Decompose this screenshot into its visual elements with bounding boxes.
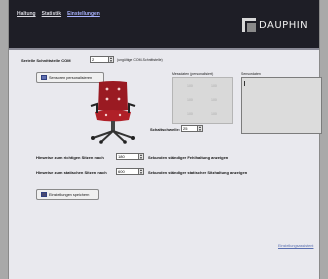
threshold-label: Schaltschwelle: xyxy=(150,127,181,132)
app-frame: Haltung Statistik Einstellungen DAUPHIN … xyxy=(8,0,322,279)
measure-value: 100 xyxy=(187,112,193,116)
logo-word: DAUPHIN xyxy=(259,19,309,31)
measure-data-panel: 100 100 100 100 100 100 xyxy=(172,77,233,124)
text-cursor xyxy=(244,81,245,86)
nav-statistik[interactable]: Statistik xyxy=(42,11,61,17)
serial-port-hint: (ungültige COM-Schnittstelle) xyxy=(117,58,163,62)
serial-port-label: Serielle Schnittstelle COM xyxy=(21,58,71,63)
settings-wizard-link[interactable]: Einstellungsassistent xyxy=(278,244,313,248)
correct-sitting-suffix: Sekunden ständiger Fehlhaltung anzeigen xyxy=(148,155,229,160)
stepper-arrows-icon[interactable]: ▲ ▼ xyxy=(138,169,143,174)
sensor-data-textarea[interactable] xyxy=(241,77,322,134)
static-sitting-label: Hinweise zum statischen Sitzen nach xyxy=(36,170,107,175)
disk-icon xyxy=(41,192,47,197)
logo-mark-icon xyxy=(242,18,256,32)
correct-sitting-stepper[interactable]: 180 ▲ ▼ xyxy=(116,153,144,160)
sensor-data-label: Sensordaten xyxy=(241,72,261,76)
stepper-arrows-icon[interactable]: ▲ ▼ xyxy=(138,154,143,159)
measure-value: 100 xyxy=(211,98,217,102)
save-settings-button[interactable]: Einstellungen speichern xyxy=(36,189,99,200)
measure-value: 100 xyxy=(187,98,193,102)
main-nav: Haltung Statistik Einstellungen xyxy=(17,11,100,17)
save-settings-label: Einstellungen speichern xyxy=(49,192,90,197)
correct-sitting-label: Hinweise zum richtigen Sitzen nach xyxy=(36,155,104,160)
threshold-value: 25 xyxy=(183,126,188,131)
personalize-sensors-label: Sensoren personalisieren xyxy=(49,75,93,80)
static-sitting-suffix: Sekunden ständiger statischer Sitzhaltun… xyxy=(148,170,248,175)
nav-haltung[interactable]: Haltung xyxy=(17,11,36,17)
dauphin-logo: DAUPHIN xyxy=(242,18,308,32)
measure-value: 100 xyxy=(211,84,217,88)
header-bar: Haltung Statistik Einstellungen DAUPHIN xyxy=(9,0,319,50)
nav-einstellungen[interactable]: Einstellungen xyxy=(67,11,100,17)
sensor-icon xyxy=(41,75,47,80)
serial-port-value: 2 xyxy=(92,57,95,62)
static-sitting-stepper[interactable]: 600 ▲ ▼ xyxy=(116,168,144,175)
measure-value: 100 xyxy=(187,84,193,88)
serial-port-stepper[interactable]: 2 ▲ ▼ xyxy=(90,56,114,63)
measure-data-label: Messdaten (personalisiert) xyxy=(172,72,214,76)
static-sitting-value: 600 xyxy=(118,169,125,174)
measure-value: 100 xyxy=(211,112,217,116)
correct-sitting-value: 180 xyxy=(118,154,125,159)
threshold-stepper[interactable]: 25 ▲ ▼ xyxy=(181,125,203,132)
office-chair-image xyxy=(90,81,136,144)
stepper-arrows-icon[interactable]: ▲ ▼ xyxy=(108,57,113,62)
stepper-arrows-icon[interactable]: ▲ ▼ xyxy=(197,126,202,131)
